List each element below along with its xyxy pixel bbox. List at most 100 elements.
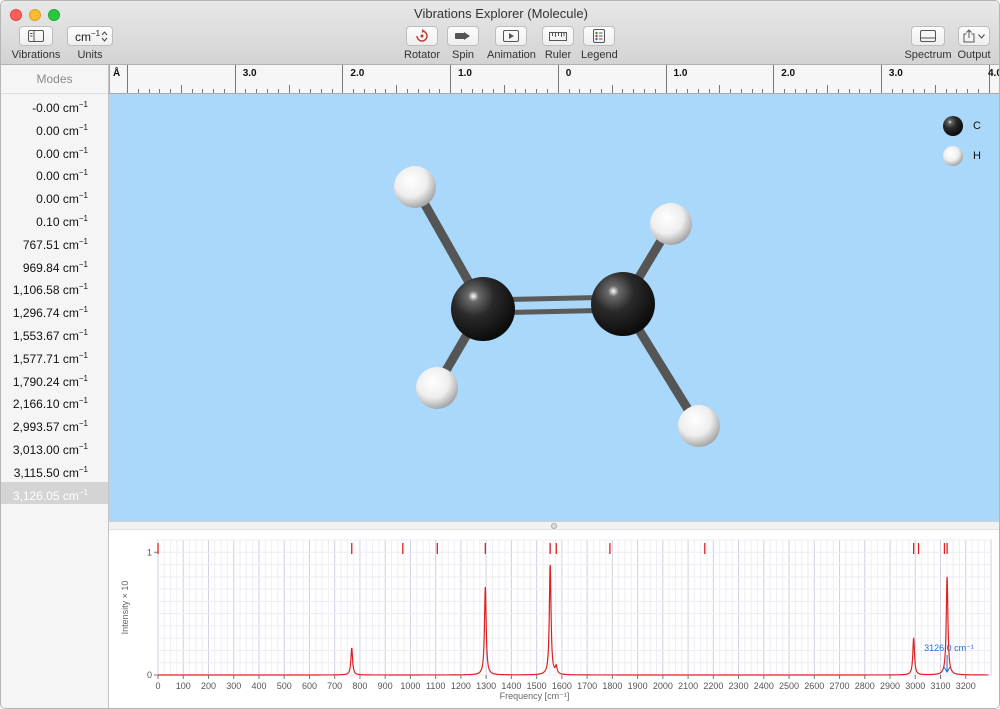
mode-item[interactable]: 0.00 cm−1	[1, 117, 108, 140]
mode-unit: cm	[62, 465, 79, 480]
split-view-divider[interactable]	[109, 521, 999, 530]
ruler-toolbar-item[interactable]: Ruler	[542, 26, 574, 61]
ruler-minor-tick	[159, 89, 161, 93]
ruler-minor-tick	[503, 85, 505, 93]
animation-label: Animation	[487, 49, 536, 61]
mode-unit: cm	[62, 283, 79, 298]
mode-unit: cm	[62, 351, 79, 366]
x-tick-label: 3200	[956, 681, 976, 691]
mode-item[interactable]: 3,126.05 cm−1	[1, 481, 108, 505]
units-toolbar-item[interactable]: cm−1 Units	[67, 26, 113, 61]
spin-button[interactable]	[447, 26, 479, 46]
output-button[interactable]	[958, 26, 990, 46]
mode-item[interactable]: 2,993.57 cm−1	[1, 413, 108, 436]
molecule-viewport[interactable]: C H	[109, 94, 1000, 521]
mode-item[interactable]: 969.84 cm−1	[1, 254, 108, 277]
share-icon	[963, 29, 975, 43]
divider-handle-icon[interactable]	[551, 523, 557, 529]
ruler-minor-tick	[611, 85, 613, 93]
mode-item[interactable]: 1,106.58 cm−1	[1, 276, 108, 299]
modes-list: -0.00 cm−1 0.00 cm−1 0.00 cm−1 0.00 cm−1 0.0…	[1, 94, 108, 505]
ruler-minor-tick	[202, 89, 204, 93]
mode-item[interactable]: 0.00 cm−1	[1, 162, 108, 185]
spectrum-toolbar-item[interactable]: Spectrum	[904, 26, 952, 61]
ruler-major-tick	[665, 65, 667, 93]
mode-item[interactable]: 2,166.10 cm−1	[1, 390, 108, 413]
hydrogen-atom-h2[interactable]	[650, 203, 692, 245]
mode-frequency: 3,115.50	[13, 465, 60, 480]
mode-item[interactable]: 0.00 cm−1	[1, 185, 108, 208]
legend-button[interactable]	[583, 26, 615, 46]
x-tick-label: 600	[302, 681, 317, 691]
spin-icon	[455, 32, 470, 40]
ruler-minor-tick	[697, 89, 699, 93]
window-title: Vibrations Explorer (Molecule)	[414, 6, 588, 21]
hydrogen-atom-h4[interactable]	[678, 405, 720, 447]
ruler-button[interactable]	[542, 26, 574, 46]
ruler-tick-label: 1.0	[458, 68, 472, 79]
mode-unit: cm	[62, 397, 79, 412]
mode-item[interactable]: 767.51 cm−1	[1, 231, 108, 254]
mode-item[interactable]: 1,296.74 cm−1	[1, 299, 108, 322]
carbon-atom-c2[interactable]	[591, 272, 655, 336]
x-tick-label: 1000	[400, 681, 420, 691]
app-window: Vibrations Explorer (Molecule) Vibration…	[0, 0, 1000, 709]
mode-item[interactable]: 3,013.00 cm−1	[1, 436, 108, 459]
mode-item[interactable]: 1,577.71 cm−1	[1, 345, 108, 368]
ruler-tick-label: 3.0	[888, 68, 903, 79]
spectrum-panel[interactable]: 0 100 200 300 400 500 600 700 800 900 1000 1100 1200…	[109, 530, 1000, 709]
hydrogen-atom-h3[interactable]	[416, 367, 458, 409]
animation-button[interactable]	[495, 26, 527, 46]
mode-frequency: 0.10	[36, 214, 60, 229]
ruler-minor-tick	[568, 89, 570, 93]
mode-frequency: 3,013.00	[12, 442, 60, 457]
ruler-minor-tick	[891, 89, 893, 93]
molecule-render[interactable]	[109, 94, 1000, 521]
vibrations-toolbar-item[interactable]: Vibrations	[11, 26, 61, 61]
rotator-toolbar-item[interactable]: Rotator	[404, 26, 440, 61]
ruler-minor-tick	[579, 89, 581, 93]
units-select[interactable]: cm−1	[67, 26, 113, 46]
mode-frequency: 0.00	[36, 192, 60, 207]
hydrogen-atom-h1[interactable]	[394, 166, 436, 208]
ruler-tick-label: 3.0	[242, 68, 257, 79]
mode-frequency: 1,553.67	[12, 328, 60, 343]
ruler-minor-tick	[428, 89, 430, 93]
mode-unit-superscript: −1	[78, 100, 88, 109]
ruler-minor-tick	[180, 85, 182, 93]
y-axis-label: Intensity × 10	[120, 581, 130, 635]
legend-toolbar-item[interactable]: Legend	[581, 26, 618, 61]
mode-unit-superscript: −1	[78, 441, 88, 451]
ruler-minor-tick	[514, 89, 516, 93]
animation-toolbar-item[interactable]: Animation	[487, 26, 536, 61]
mode-item[interactable]: 3,115.50 cm−1	[1, 459, 108, 482]
x-tick-label: 3100	[930, 681, 950, 691]
ruler-minor-tick	[363, 89, 365, 93]
output-label: Output	[957, 49, 991, 61]
mode-item[interactable]: 0.00 cm−1	[1, 140, 108, 163]
mode-item[interactable]: 0.10 cm−1	[1, 208, 108, 231]
mode-item[interactable]: -0.00 cm−1	[1, 94, 108, 117]
y-tick-label: 0	[147, 670, 152, 680]
stepper-arrows-icon	[101, 30, 108, 42]
ruler-minor-tick	[460, 89, 462, 93]
mode-unit-superscript: −1	[78, 350, 88, 360]
x-tick-label: 800	[352, 681, 367, 691]
output-toolbar-item[interactable]: Output	[956, 26, 992, 61]
mode-unit: cm	[62, 420, 79, 435]
spin-toolbar-item[interactable]: Spin	[447, 26, 479, 61]
vibrations-button[interactable]	[19, 26, 53, 46]
mode-item[interactable]: 1,553.67 cm−1	[1, 322, 108, 345]
mode-unit: cm	[62, 192, 79, 207]
mode-item[interactable]: 1,790.24 cm−1	[1, 368, 108, 391]
spectrum-button[interactable]	[911, 26, 945, 46]
legend-label: Legend	[581, 49, 618, 61]
spectrum-label: Spectrum	[904, 49, 952, 61]
ruler-minor-tick	[816, 89, 818, 93]
mode-unit: cm	[62, 442, 79, 457]
mode-unit: cm	[62, 237, 79, 252]
x-tick-label: 2500	[779, 681, 799, 691]
spectrum-chart[interactable]: 0 100 200 300 400 500 600 700 800 900 1000 1100 1200…	[109, 530, 1000, 709]
carbon-atom-c1[interactable]	[451, 277, 515, 341]
rotator-button[interactable]	[406, 26, 438, 46]
